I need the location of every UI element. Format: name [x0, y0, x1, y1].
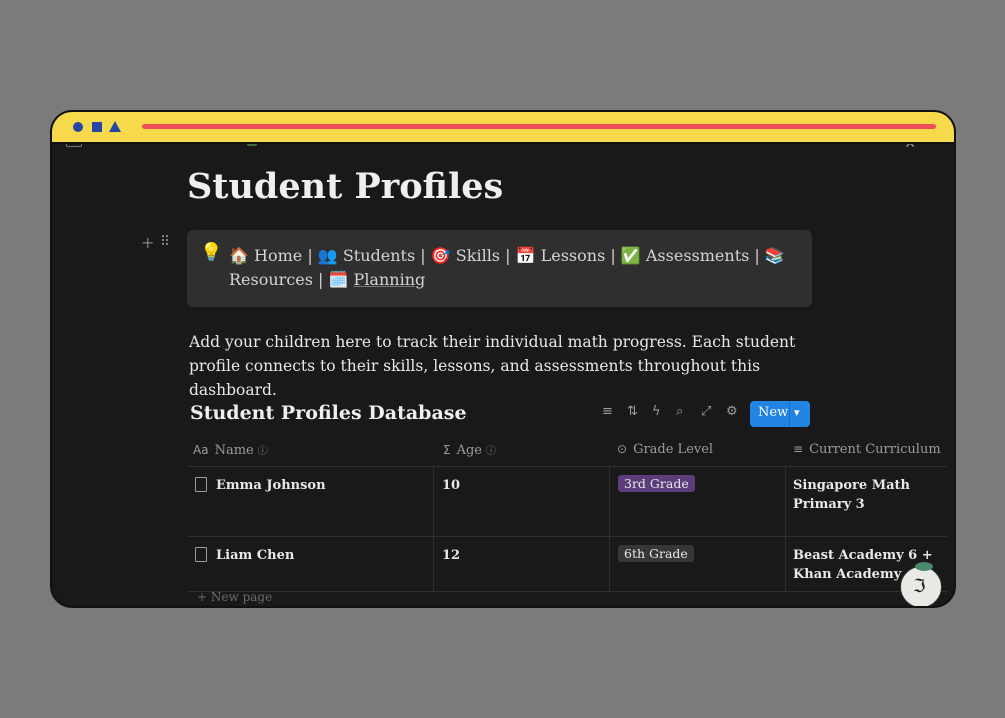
text-type-icon: Aa	[193, 443, 209, 457]
column-label: Name	[214, 443, 254, 458]
column-label: Grade Level	[633, 442, 714, 457]
automation-icon[interactable]: ϟ	[652, 404, 661, 419]
settings-icon[interactable]: ⚙	[726, 404, 738, 419]
new-page-label[interactable]: + New page	[197, 590, 272, 604]
books-icon: 📚	[764, 246, 785, 265]
database-table: Aa Name ⓘ Σ Age ⓘ ⊙ Grade Level ≡ Current Curr…	[187, 434, 947, 606]
column-label: Age	[456, 443, 482, 458]
table-header: Aa Name ⓘ Σ Age ⓘ ⊙ Grade Level ≡ Current Curr…	[187, 434, 947, 467]
cell-age[interactable]: 12	[442, 546, 460, 565]
grade-badge[interactable]: 3rd Grade	[618, 475, 695, 492]
column-divider	[609, 467, 610, 536]
separator: |	[420, 246, 426, 265]
table-row[interactable]: Liam Chen 12 6th Grade Beast Academy 6 +…	[187, 537, 947, 592]
chevron-down-icon[interactable]: ▾	[794, 406, 800, 419]
app-window: ✕ Student Profiles + ⠿ 💡 🏠 Home | 👥 Stud…	[50, 110, 956, 608]
nav-link-home[interactable]: Home	[254, 246, 302, 265]
column-divider	[785, 537, 786, 591]
page-icon	[66, 144, 82, 147]
column-divider	[785, 467, 786, 536]
target-icon: 🎯	[430, 246, 451, 265]
face-icon: ℑ	[913, 576, 926, 597]
column-label: Current Curriculum	[809, 442, 941, 457]
navigation-callout: 💡 🏠 Home | 👥 Students | 🎯 Skills | 📅 Les…	[187, 230, 812, 307]
new-button[interactable]: New ▾	[750, 401, 810, 427]
search-icon[interactable]: ⌕	[676, 404, 683, 419]
text-lines-icon: ≡	[793, 442, 804, 456]
info-icon[interactable]: ⓘ	[486, 446, 496, 457]
column-header-grade[interactable]: ⊙ Grade Level	[617, 442, 713, 457]
callout-nav: 🏠 Home | 👥 Students | 🎯 Skills | 📅 Lesso…	[229, 244, 789, 292]
close-icon[interactable]: ✕	[904, 144, 916, 152]
separator: |	[610, 246, 616, 265]
separator: |	[754, 246, 760, 265]
filter-icon[interactable]: ≡	[602, 404, 613, 419]
calendar-icon: 📅	[515, 246, 536, 265]
page-description: Add your children here to track their in…	[189, 332, 796, 399]
circle-icon	[73, 122, 83, 132]
nav-link-skills[interactable]: Skills	[456, 246, 500, 265]
sort-icon[interactable]: ⇅	[627, 404, 638, 419]
accent-bar	[142, 124, 936, 129]
nav-link-lessons[interactable]: Lessons	[541, 246, 606, 265]
grade-badge[interactable]: 6th Grade	[618, 545, 694, 562]
column-divider	[433, 467, 434, 536]
column-header-age[interactable]: Σ Age ⓘ	[443, 442, 496, 458]
expand-icon[interactable]: ⤢	[701, 404, 711, 419]
page-icon	[195, 547, 207, 562]
button-divider	[789, 401, 790, 427]
separator: |	[505, 246, 511, 265]
table-row[interactable]: Emma Johnson 10 3rd Grade Singapore Math…	[187, 467, 947, 537]
page-icon	[195, 477, 207, 492]
cell-curriculum[interactable]: Singapore Math Primary 3	[793, 476, 943, 514]
page-title: Student Profiles	[187, 166, 504, 207]
home-icon: 🏠	[229, 246, 249, 265]
new-button-label: New	[758, 405, 789, 420]
nav-link-students[interactable]: Students	[343, 246, 415, 265]
column-divider	[609, 537, 610, 591]
lightbulb-icon: 💡	[200, 242, 223, 263]
planner-icon: 🗓️	[328, 270, 349, 289]
separator: |	[307, 246, 313, 265]
nav-link-planning[interactable]: Planning	[354, 270, 426, 289]
cell-name[interactable]: Liam Chen	[216, 546, 294, 565]
nav-link-resources[interactable]: Resources	[229, 270, 313, 289]
page-content[interactable]: ✕ Student Profiles + ⠿ 💡 🏠 Home | 👥 Stud…	[52, 144, 954, 606]
separator: |	[318, 270, 324, 289]
new-page-text: New page	[210, 590, 273, 604]
select-type-icon: ⊙	[617, 442, 628, 456]
column-divider	[433, 537, 434, 591]
column-header-name[interactable]: Aa Name ⓘ	[193, 442, 268, 458]
cell-age[interactable]: 10	[442, 476, 460, 495]
formula-icon: Σ	[443, 443, 451, 457]
triangle-icon	[109, 121, 121, 132]
window-titlebar	[52, 112, 954, 144]
column-header-curriculum[interactable]: ≡ Current Curriculum	[793, 442, 941, 457]
database-title[interactable]: Student Profiles Database	[190, 402, 467, 424]
emoji-fragment-icon	[247, 144, 257, 146]
students-icon: 👥	[317, 246, 338, 265]
new-page-row[interactable]: + New page	[187, 590, 947, 606]
square-icon	[92, 122, 102, 132]
drag-handle-icon[interactable]: ⠿	[160, 234, 170, 250]
cell-name[interactable]: Emma Johnson	[216, 476, 326, 495]
add-block-icon[interactable]: +	[141, 233, 154, 252]
nav-link-assessments[interactable]: Assessments	[646, 246, 749, 265]
help-avatar-button[interactable]: ℑ	[900, 562, 942, 606]
leaf-icon	[915, 562, 933, 571]
info-icon[interactable]: ⓘ	[258, 446, 268, 457]
checkmark-icon: ✅	[620, 246, 641, 265]
